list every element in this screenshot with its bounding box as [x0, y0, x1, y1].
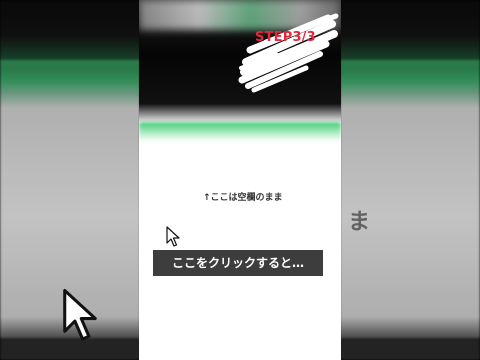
dark-bottom-band [340, 338, 480, 360]
step-label: STEP3/3 [255, 30, 316, 45]
arrow-cursor-icon [166, 226, 180, 247]
empty-field-note: ↑ここは空欄のまま [203, 193, 283, 203]
subtitle-caption: ここをクリックすると… [153, 250, 323, 276]
green-blur-band [0, 60, 140, 90]
scribble-highlight-icon [238, 13, 339, 93]
video-content: STEP3/3 ↑ここは空欄のまま ここをクリックすると… [139, 0, 341, 360]
video-frame: STEP3/3 ↑ここは空欄のまま ここをクリックすると… ま [0, 0, 480, 360]
green-strip [139, 122, 341, 142]
blurred-text-fragment: ま [347, 210, 370, 235]
blurred-side-right [340, 0, 480, 360]
blurred-cursor-icon [63, 289, 97, 341]
green-blur-band [340, 60, 480, 90]
